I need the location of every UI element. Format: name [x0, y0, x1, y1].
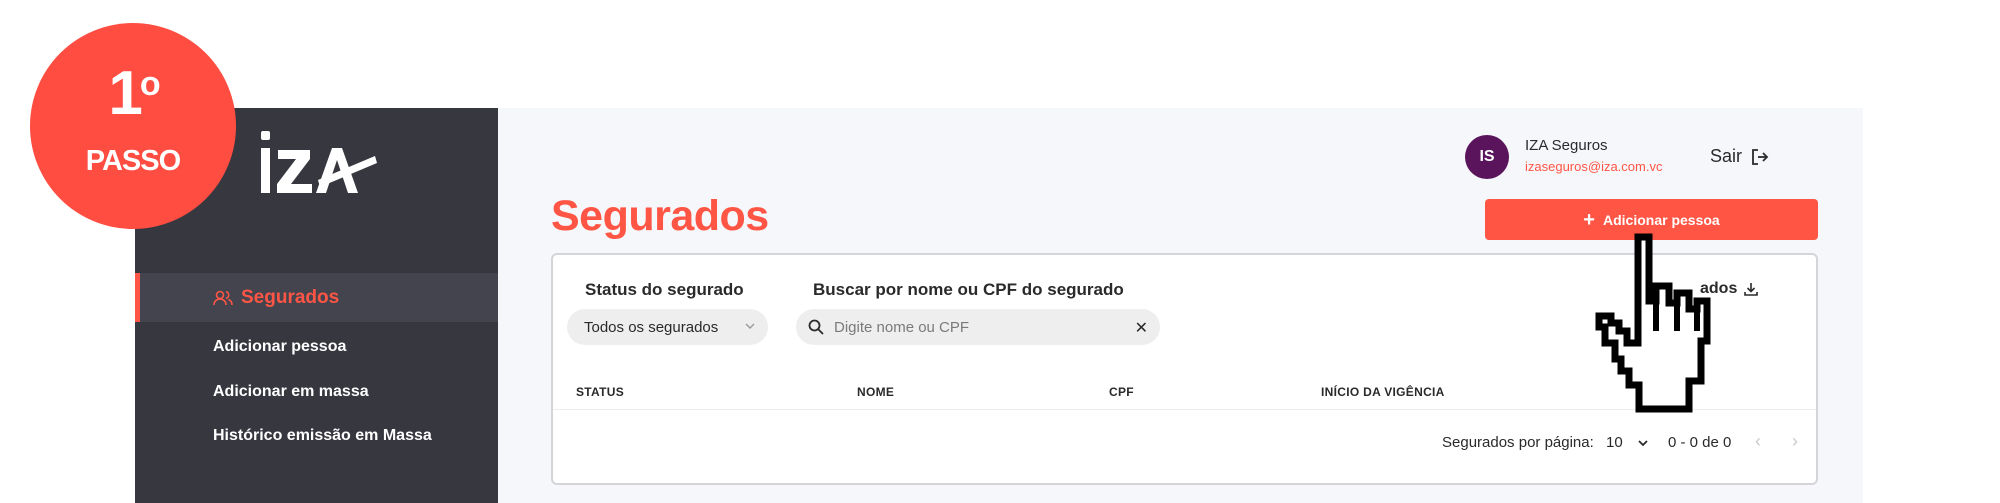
pagination-range: 0 - 0 de 0: [1668, 434, 1732, 451]
status-filter-label: Status do segurado: [585, 280, 744, 299]
sidebar-item-label: Adicionar pessoa: [213, 338, 347, 355]
sidebar-item-segurados[interactable]: Segurados: [135, 273, 498, 322]
search-icon: [808, 319, 824, 335]
sidebar-item-adicionar-em-massa[interactable]: Adicionar em massa: [135, 377, 498, 407]
next-page-icon[interactable]: ›: [1792, 431, 1798, 452]
chevron-down-icon: [1638, 439, 1648, 446]
screenshot-stage: Segurados Adicionar pessoa Adicionar em …: [0, 0, 2000, 503]
step-number: 1o: [108, 59, 160, 128]
users-icon: [213, 289, 233, 307]
step-badge: 1o PASSO: [30, 23, 236, 229]
sidebar-item-label: Histórico emissão em Massa: [213, 427, 432, 444]
add-person-label: Adicionar pessoa: [1602, 211, 1720, 228]
logout-label: Sair: [1710, 146, 1743, 166]
user-name: IZA Seguros: [1525, 137, 1608, 154]
search-filter-label: Buscar por nome ou CPF do segurado: [813, 280, 1124, 299]
step-word: PASSO: [85, 145, 181, 177]
logout-icon: [1752, 148, 1769, 165]
sidebar-item-historico-emissao[interactable]: Histórico emissão em Massa: [135, 421, 498, 451]
export-button[interactable]: ados: [1700, 280, 1759, 298]
download-icon: [1744, 283, 1759, 296]
search-field[interactable]: ✕: [796, 309, 1160, 345]
sidebar-item-label: Adicionar em massa: [213, 383, 369, 400]
table-divider: [553, 409, 1816, 410]
status-select[interactable]: Todos os segurados: [567, 309, 768, 345]
search-input[interactable]: [834, 318, 1104, 336]
iza-logo[interactable]: [258, 128, 378, 198]
logout-button[interactable]: Sair: [1710, 146, 1770, 167]
user-email: izaseguros@iza.com.vc: [1525, 159, 1663, 174]
page-title: Segurados: [551, 192, 769, 240]
column-header-status[interactable]: STATUS: [576, 385, 624, 399]
export-label: ados: [1700, 280, 1738, 297]
column-header-inicio-vigencia[interactable]: INÍCIO DA VIGÊNCIA: [1321, 385, 1445, 399]
status-select-value: Todos os segurados: [584, 318, 719, 336]
chevron-down-icon: [745, 323, 755, 329]
previous-page-icon[interactable]: ‹: [1755, 431, 1761, 452]
column-header-cpf[interactable]: CPF: [1109, 385, 1134, 399]
column-header-nome[interactable]: NOME: [857, 385, 894, 399]
sidebar-item-adicionar-pessoa[interactable]: Adicionar pessoa: [135, 332, 498, 362]
plus-icon: +: [1583, 208, 1595, 231]
rows-per-page-select[interactable]: 10: [1606, 434, 1649, 451]
avatar[interactable]: IS: [1465, 135, 1509, 179]
sidebar-item-label: Segurados: [241, 286, 340, 308]
rows-per-page-label: Segurados por página:: [1442, 434, 1594, 451]
rows-per-page-value: 10: [1606, 434, 1623, 451]
clear-search-icon[interactable]: ✕: [1135, 318, 1148, 338]
add-person-button[interactable]: + Adicionar pessoa: [1485, 199, 1818, 240]
